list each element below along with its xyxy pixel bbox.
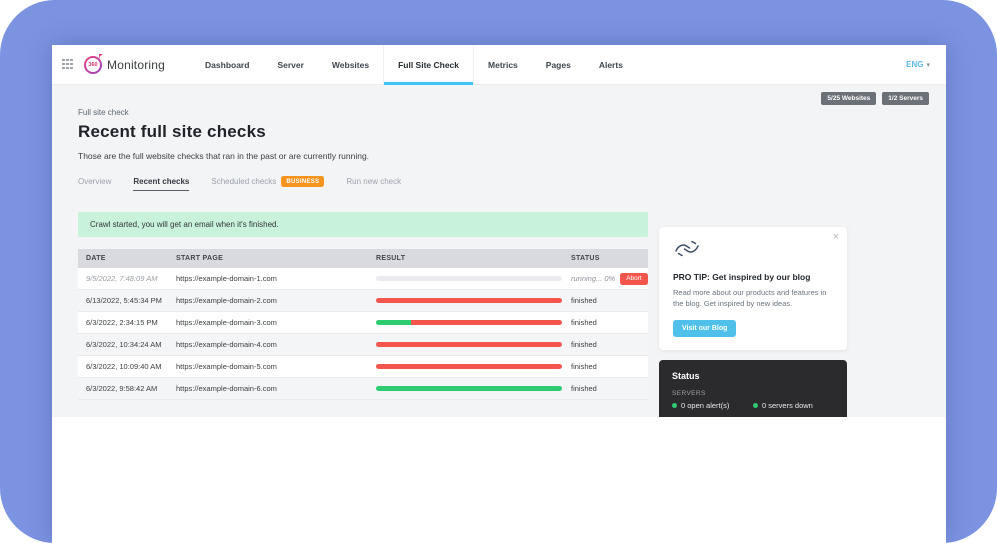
below-fold-area (52, 417, 946, 543)
nav-item-dashboard[interactable]: Dashboard (191, 45, 263, 84)
status-item: 0 servers down (753, 401, 834, 410)
status-card: Status SERVERS 0 open alert(s) 0 servers… (659, 360, 847, 418)
check-result-bar (368, 386, 563, 391)
nav-items: Dashboard Server Websites Full Site Chec… (191, 45, 637, 84)
app-window: 360 Monitoring Dashboard Server Websites… (52, 45, 946, 543)
green-dot-icon (753, 403, 758, 408)
check-date: 9/5/2022, 7:48:09 AM (78, 274, 168, 283)
success-alert: Crawl started, you will get an email whe… (78, 212, 648, 237)
nav-item-full-site-check[interactable]: Full Site Check (383, 45, 474, 84)
check-date: 6/3/2022, 10:09:40 AM (78, 362, 168, 371)
check-status: finished (563, 362, 648, 371)
check-status: finished (563, 296, 648, 305)
check-result-bar (368, 364, 563, 369)
app-launcher-icon[interactable] (62, 59, 74, 71)
check-date: 6/3/2022, 9:58:42 AM (78, 384, 168, 393)
abort-button[interactable]: Abort (620, 273, 648, 285)
check-status: finished (563, 340, 648, 349)
table-row[interactable]: 6/3/2022, 10:34:24 AM https://example-do… (78, 334, 648, 356)
table-row[interactable]: 6/3/2022, 9:58:42 AM https://example-dom… (78, 378, 648, 400)
tab-scheduled-checks[interactable]: Scheduled checksBUSINESS (211, 176, 324, 191)
handshake-icon (673, 239, 701, 259)
usage-badges: 5/25 Websites 1/2 Servers (821, 92, 929, 105)
check-status: running... 0%Abort (563, 273, 648, 285)
check-date: 6/3/2022, 2:34:15 PM (78, 318, 168, 327)
nav-item-metrics[interactable]: Metrics (474, 45, 532, 84)
table-row[interactable]: 9/5/2022, 7:48:09 AM https://example-dom… (78, 268, 648, 290)
brand-logo[interactable]: 360 Monitoring (84, 45, 165, 84)
subtabs: Overview Recent checks Scheduled checksB… (78, 176, 648, 191)
check-start-page: https://example-domain-4.com (168, 340, 368, 349)
protip-body: Read more about our products and feature… (673, 287, 833, 310)
table-row[interactable]: 6/13/2022, 5:45:34 PM https://example-do… (78, 290, 648, 312)
check-start-page: https://example-domain-5.com (168, 362, 368, 371)
check-start-page: https://example-domain-1.com (168, 274, 368, 283)
table-row[interactable]: 6/3/2022, 10:09:40 AM https://example-do… (78, 356, 648, 378)
check-status: finished (563, 318, 648, 327)
tab-recent-checks[interactable]: Recent checks (133, 177, 189, 191)
chevron-down-icon: ▾ (926, 61, 930, 69)
nav-item-server[interactable]: Server (263, 45, 317, 84)
nav-item-alerts[interactable]: Alerts (585, 45, 637, 84)
page-description: Those are the full website checks that r… (78, 151, 648, 161)
check-date: 6/3/2022, 10:34:24 AM (78, 340, 168, 349)
close-icon[interactable]: × (833, 232, 839, 243)
check-start-page: https://example-domain-2.com (168, 296, 368, 305)
check-result-bar (368, 298, 563, 303)
business-badge: BUSINESS (281, 176, 324, 187)
check-date: 6/13/2022, 5:45:34 PM (78, 296, 168, 305)
table-header: DATE START PAGE RESULT STATUS (78, 249, 648, 268)
check-result-bar (368, 320, 563, 325)
check-result-bar (368, 342, 563, 347)
checks-table: DATE START PAGE RESULT STATUS 9/5/2022, … (78, 249, 648, 400)
brand-name: Monitoring (107, 58, 165, 72)
breadcrumb: Full site check (78, 108, 648, 117)
language-selector[interactable]: ENG ▾ (906, 45, 946, 84)
page-title: Recent full site checks (78, 122, 648, 142)
content-area: 5/25 Websites 1/2 Servers Full site chec… (52, 85, 946, 417)
protip-card: × PRO TIP: Get inspired by our blog Read… (659, 227, 847, 350)
nav-item-pages[interactable]: Pages (532, 45, 585, 84)
nav-item-websites[interactable]: Websites (318, 45, 383, 84)
tab-run-new-check[interactable]: Run new check (346, 177, 401, 190)
check-start-page: https://example-domain-3.com (168, 318, 368, 327)
green-dot-icon (672, 403, 677, 408)
websites-usage-badge[interactable]: 5/25 Websites (821, 92, 876, 105)
status-section-servers: SERVERS (672, 390, 834, 397)
right-column: × PRO TIP: Get inspired by our blog Read… (659, 227, 847, 417)
logo-360-icon: 360 (84, 56, 102, 74)
status-card-title: Status (672, 371, 834, 381)
top-navbar: 360 Monitoring Dashboard Server Websites… (52, 45, 946, 85)
protip-title: PRO TIP: Get inspired by our blog (673, 272, 833, 282)
status-item: 0 open alert(s) (672, 401, 753, 410)
main-column: Full site check Recent full site checks … (78, 85, 648, 400)
table-row[interactable]: 6/3/2022, 2:34:15 PM https://example-dom… (78, 312, 648, 334)
visit-blog-button[interactable]: Visit our Blog (673, 320, 736, 337)
tab-overview[interactable]: Overview (78, 177, 111, 190)
check-status: finished (563, 384, 648, 393)
check-result-bar (368, 276, 563, 281)
language-label: ENG (906, 60, 923, 69)
check-start-page: https://example-domain-6.com (168, 384, 368, 393)
servers-usage-badge[interactable]: 1/2 Servers (882, 92, 929, 105)
